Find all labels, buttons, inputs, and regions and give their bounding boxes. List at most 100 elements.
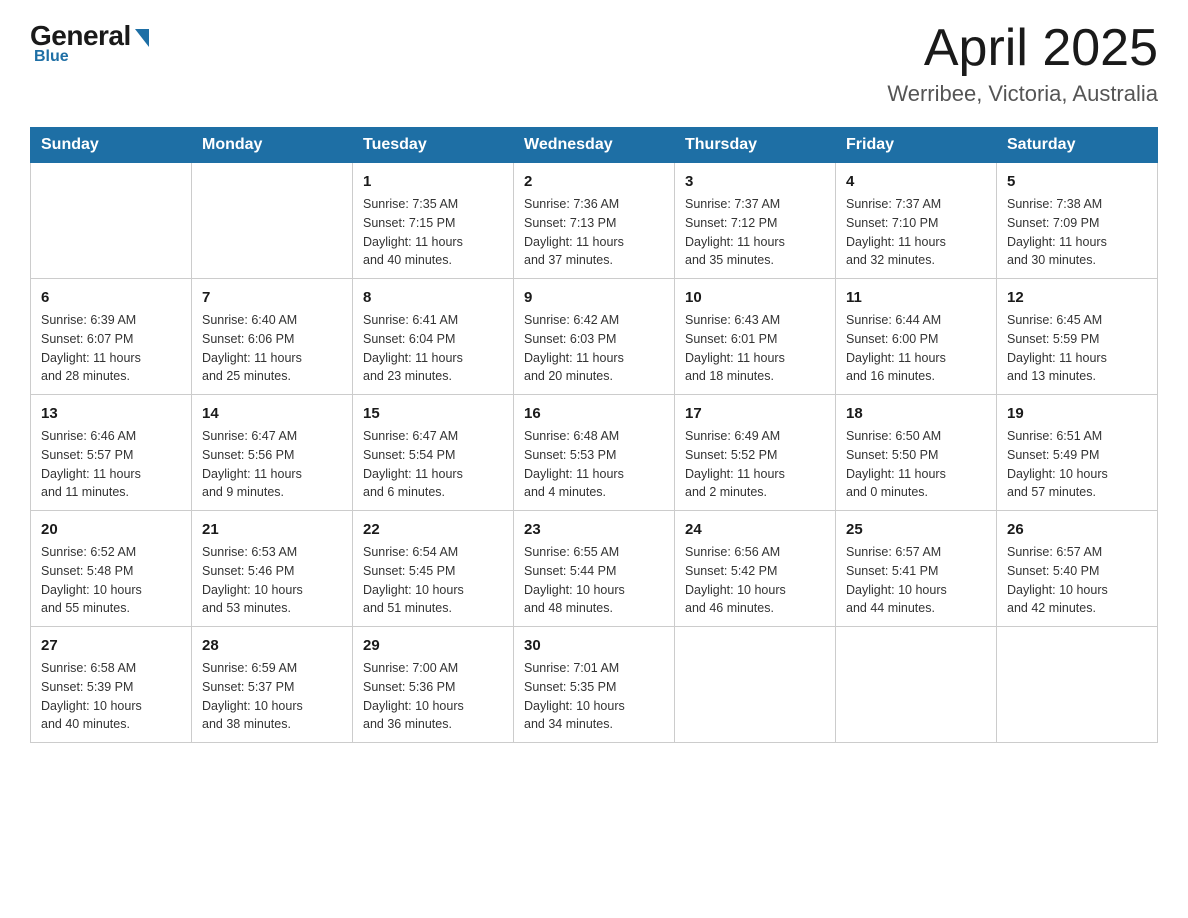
day-info: Sunrise: 6:43 AM Sunset: 6:01 PM Dayligh… (685, 311, 825, 386)
weekday-header-monday: Monday (192, 128, 353, 163)
logo-arrow-icon (135, 29, 149, 47)
day-info: Sunrise: 6:51 AM Sunset: 5:49 PM Dayligh… (1007, 427, 1147, 502)
day-info: Sunrise: 6:55 AM Sunset: 5:44 PM Dayligh… (524, 543, 664, 618)
day-info: Sunrise: 6:58 AM Sunset: 5:39 PM Dayligh… (41, 659, 181, 734)
week-row-3: 20 Sunrise: 6:52 AM Sunset: 5:48 PM Dayli… (31, 511, 1158, 627)
calendar-cell: 24 Sunrise: 6:56 AM Sunset: 5:42 PM Dayli… (675, 511, 836, 627)
week-row-1: 6 Sunrise: 6:39 AM Sunset: 6:07 PM Daylig… (31, 279, 1158, 395)
day-number: 21 (202, 519, 342, 540)
day-info: Sunrise: 6:52 AM Sunset: 5:48 PM Dayligh… (41, 543, 181, 618)
calendar-cell: 30 Sunrise: 7:01 AM Sunset: 5:35 PM Dayli… (514, 627, 675, 743)
day-info: Sunrise: 6:49 AM Sunset: 5:52 PM Dayligh… (685, 427, 825, 502)
day-number: 11 (846, 287, 986, 308)
calendar-cell: 4 Sunrise: 7:37 AM Sunset: 7:10 PM Daylig… (836, 163, 997, 279)
weekday-header-friday: Friday (836, 128, 997, 163)
calendar-cell (836, 627, 997, 743)
calendar-body: 1 Sunrise: 7:35 AM Sunset: 7:15 PM Daylig… (31, 163, 1158, 743)
calendar-cell: 27 Sunrise: 6:58 AM Sunset: 5:39 PM Dayli… (31, 627, 192, 743)
weekday-header-tuesday: Tuesday (353, 128, 514, 163)
day-number: 15 (363, 403, 503, 424)
weekday-header-sunday: Sunday (31, 128, 192, 163)
day-number: 18 (846, 403, 986, 424)
calendar-cell: 7 Sunrise: 6:40 AM Sunset: 6:06 PM Daylig… (192, 279, 353, 395)
calendar-cell: 9 Sunrise: 6:42 AM Sunset: 6:03 PM Daylig… (514, 279, 675, 395)
day-info: Sunrise: 6:44 AM Sunset: 6:00 PM Dayligh… (846, 311, 986, 386)
calendar-cell: 5 Sunrise: 7:38 AM Sunset: 7:09 PM Daylig… (997, 163, 1158, 279)
day-number: 6 (41, 287, 181, 308)
calendar-cell: 23 Sunrise: 6:55 AM Sunset: 5:44 PM Dayli… (514, 511, 675, 627)
day-number: 17 (685, 403, 825, 424)
day-number: 3 (685, 171, 825, 192)
day-number: 12 (1007, 287, 1147, 308)
day-info: Sunrise: 6:47 AM Sunset: 5:54 PM Dayligh… (363, 427, 503, 502)
day-number: 7 (202, 287, 342, 308)
day-number: 23 (524, 519, 664, 540)
day-info: Sunrise: 6:54 AM Sunset: 5:45 PM Dayligh… (363, 543, 503, 618)
day-number: 30 (524, 635, 664, 656)
day-info: Sunrise: 6:57 AM Sunset: 5:41 PM Dayligh… (846, 543, 986, 618)
day-info: Sunrise: 7:01 AM Sunset: 5:35 PM Dayligh… (524, 659, 664, 734)
day-number: 4 (846, 171, 986, 192)
day-info: Sunrise: 7:37 AM Sunset: 7:10 PM Dayligh… (846, 195, 986, 270)
day-number: 13 (41, 403, 181, 424)
page-header: General Blue April 2025 Werribee, Victor… (30, 20, 1158, 107)
calendar-cell: 16Sunrise: 6:48 AM Sunset: 5:53 PM Dayli… (514, 395, 675, 511)
day-number: 1 (363, 171, 503, 192)
calendar-cell: 26 Sunrise: 6:57 AM Sunset: 5:40 PM Dayli… (997, 511, 1158, 627)
title-section: April 2025 Werribee, Victoria, Australia (887, 20, 1158, 107)
day-number: 24 (685, 519, 825, 540)
day-info: Sunrise: 6:42 AM Sunset: 6:03 PM Dayligh… (524, 311, 664, 386)
calendar-cell: 13 Sunrise: 6:46 AM Sunset: 5:57 PM Dayli… (31, 395, 192, 511)
calendar-cell: 22Sunrise: 6:54 AM Sunset: 5:45 PM Dayli… (353, 511, 514, 627)
calendar-cell: 10 Sunrise: 6:43 AM Sunset: 6:01 PM Dayli… (675, 279, 836, 395)
day-number: 5 (1007, 171, 1147, 192)
calendar-table: SundayMondayTuesdayWednesdayThursdayFrid… (30, 127, 1158, 743)
day-number: 29 (363, 635, 503, 656)
day-info: Sunrise: 6:53 AM Sunset: 5:46 PM Dayligh… (202, 543, 342, 618)
day-info: Sunrise: 6:41 AM Sunset: 6:04 PM Dayligh… (363, 311, 503, 386)
day-info: Sunrise: 7:37 AM Sunset: 7:12 PM Dayligh… (685, 195, 825, 270)
day-info: Sunrise: 6:59 AM Sunset: 5:37 PM Dayligh… (202, 659, 342, 734)
day-number: 9 (524, 287, 664, 308)
calendar-cell: 15 Sunrise: 6:47 AM Sunset: 5:54 PM Dayli… (353, 395, 514, 511)
weekday-header-row: SundayMondayTuesdayWednesdayThursdayFrid… (31, 128, 1158, 163)
day-number: 8 (363, 287, 503, 308)
calendar-cell: 29 Sunrise: 7:00 AM Sunset: 5:36 PM Dayli… (353, 627, 514, 743)
day-info: Sunrise: 6:40 AM Sunset: 6:06 PM Dayligh… (202, 311, 342, 386)
calendar-cell: 12 Sunrise: 6:45 AM Sunset: 5:59 PM Dayli… (997, 279, 1158, 395)
day-info: Sunrise: 7:00 AM Sunset: 5:36 PM Dayligh… (363, 659, 503, 734)
day-info: Sunrise: 6:39 AM Sunset: 6:07 PM Dayligh… (41, 311, 181, 386)
day-info: Sunrise: 7:35 AM Sunset: 7:15 PM Dayligh… (363, 195, 503, 270)
day-number: 27 (41, 635, 181, 656)
month-title: April 2025 (887, 20, 1158, 77)
calendar-cell (31, 163, 192, 279)
day-info: Sunrise: 6:47 AM Sunset: 5:56 PM Dayligh… (202, 427, 342, 502)
calendar-cell: 3 Sunrise: 7:37 AM Sunset: 7:12 PM Daylig… (675, 163, 836, 279)
day-number: 10 (685, 287, 825, 308)
logo: General Blue (30, 20, 149, 66)
calendar-cell: 20 Sunrise: 6:52 AM Sunset: 5:48 PM Dayli… (31, 511, 192, 627)
calendar-cell: 25 Sunrise: 6:57 AM Sunset: 5:41 PM Dayli… (836, 511, 997, 627)
day-number: 20 (41, 519, 181, 540)
calendar-cell (192, 163, 353, 279)
calendar-cell: 14 Sunrise: 6:47 AM Sunset: 5:56 PM Dayli… (192, 395, 353, 511)
day-number: 28 (202, 635, 342, 656)
day-info: Sunrise: 6:56 AM Sunset: 5:42 PM Dayligh… (685, 543, 825, 618)
location-title: Werribee, Victoria, Australia (887, 81, 1158, 107)
calendar-cell: 21 Sunrise: 6:53 AM Sunset: 5:46 PM Dayli… (192, 511, 353, 627)
calendar-cell (675, 627, 836, 743)
calendar-cell: 6 Sunrise: 6:39 AM Sunset: 6:07 PM Daylig… (31, 279, 192, 395)
day-info: Sunrise: 6:45 AM Sunset: 5:59 PM Dayligh… (1007, 311, 1147, 386)
day-info: Sunrise: 6:57 AM Sunset: 5:40 PM Dayligh… (1007, 543, 1147, 618)
day-number: 14 (202, 403, 342, 424)
calendar-cell: 11 Sunrise: 6:44 AM Sunset: 6:00 PM Dayli… (836, 279, 997, 395)
week-row-2: 13 Sunrise: 6:46 AM Sunset: 5:57 PM Dayli… (31, 395, 1158, 511)
weekday-header-saturday: Saturday (997, 128, 1158, 163)
day-number: 26 (1007, 519, 1147, 540)
day-number: 25 (846, 519, 986, 540)
calendar-cell: 18Sunrise: 6:50 AM Sunset: 5:50 PM Dayli… (836, 395, 997, 511)
day-info: Sunrise: 6:46 AM Sunset: 5:57 PM Dayligh… (41, 427, 181, 502)
day-info: Sunrise: 7:38 AM Sunset: 7:09 PM Dayligh… (1007, 195, 1147, 270)
day-info: Sunrise: 7:36 AM Sunset: 7:13 PM Dayligh… (524, 195, 664, 270)
day-info: Sunrise: 6:48 AM Sunset: 5:53 PM Dayligh… (524, 427, 664, 502)
